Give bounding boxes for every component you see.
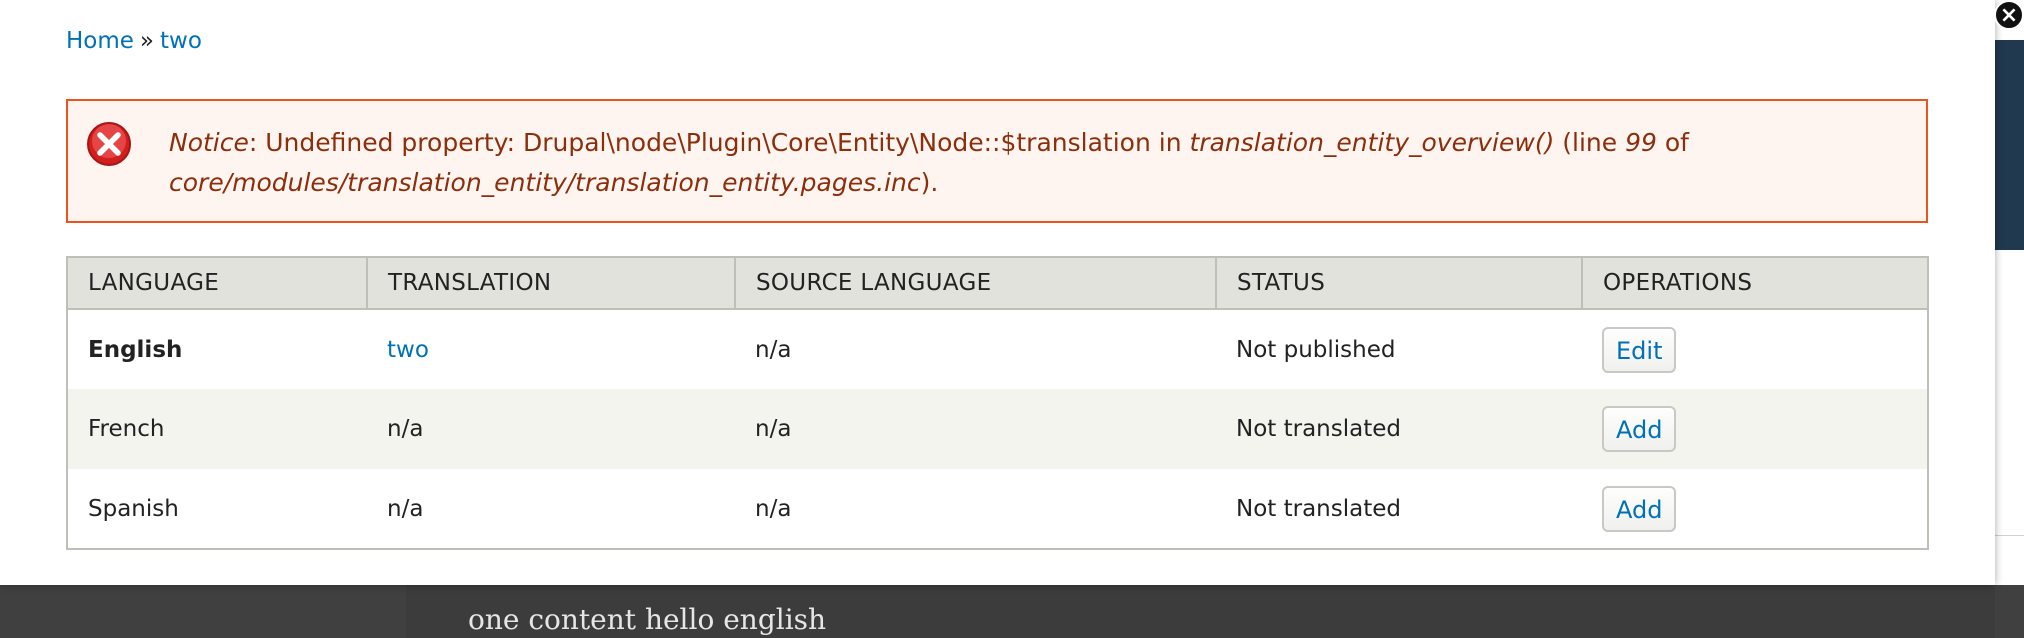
background-content-text: one content hello english bbox=[468, 603, 827, 636]
background-toolbar-strip bbox=[1995, 40, 2024, 250]
cell-operations: Add bbox=[1582, 469, 1928, 549]
error-file-path: core/modules/translation_entity/translat… bbox=[169, 168, 921, 197]
cell-operations: Edit bbox=[1582, 309, 1928, 389]
header-language: Language bbox=[67, 257, 368, 310]
cell-language: French bbox=[67, 389, 367, 469]
overlay-dialog: Home» two Notice: Undefined property: Dru… bbox=[0, 0, 1995, 585]
header-source-language: Source language bbox=[735, 257, 1217, 310]
add-button[interactable]: Add bbox=[1602, 406, 1677, 452]
cell-source-language: n/a bbox=[735, 389, 1216, 469]
edit-button[interactable]: Edit bbox=[1602, 326, 1677, 373]
cell-language: Spanish bbox=[67, 469, 367, 549]
table-header-row: Language Translation Source language Sta… bbox=[67, 257, 1928, 310]
close-icon: × bbox=[1999, 3, 2019, 28]
table-row: English two n/a Not published Edit bbox=[67, 309, 1928, 389]
cell-translation: two bbox=[367, 309, 735, 389]
header-status: Status bbox=[1216, 257, 1583, 310]
translation-link[interactable]: two bbox=[387, 337, 429, 363]
table-row: French n/a n/a Not translated Add bbox=[67, 389, 1928, 469]
cell-translation: n/a bbox=[367, 469, 735, 549]
cell-source-language: n/a bbox=[735, 309, 1216, 389]
close-overlay-button[interactable]: × bbox=[1994, 0, 2024, 30]
background-panel-strip bbox=[1995, 250, 2024, 536]
cell-status: Not translated bbox=[1216, 469, 1582, 549]
cell-language: English bbox=[67, 309, 367, 389]
error-line-prefix: (line bbox=[1554, 128, 1626, 157]
error-function: translation_entity_overview() bbox=[1189, 128, 1555, 157]
breadcrumb-current-link[interactable]: two bbox=[160, 28, 202, 54]
cell-operations: Add bbox=[1582, 389, 1928, 469]
cell-source-language: n/a bbox=[735, 469, 1216, 549]
error-message-text: : Undefined property: Drupal\node\Plugin… bbox=[248, 128, 1190, 157]
error-text: Notice: Undefined property: Drupal\node\… bbox=[169, 123, 1909, 203]
error-line-number: 99 bbox=[1625, 128, 1657, 157]
error-icon bbox=[87, 122, 131, 166]
cell-status: Not translated bbox=[1216, 389, 1582, 469]
translation-table: Language Translation Source language Sta… bbox=[66, 256, 1929, 550]
add-button[interactable]: Add bbox=[1602, 485, 1677, 532]
cell-status: Not published bbox=[1216, 309, 1582, 389]
table-row: Spanish n/a n/a Not translated Add bbox=[67, 469, 1928, 549]
cell-translation: n/a bbox=[367, 389, 735, 469]
header-operations: Operations bbox=[1582, 257, 1928, 310]
error-message: Notice: Undefined property: Drupal\node\… bbox=[66, 99, 1928, 223]
error-notice-label: Notice bbox=[169, 128, 249, 157]
error-of: of bbox=[1656, 128, 1689, 157]
breadcrumb-separator: » bbox=[139, 28, 154, 54]
header-translation: Translation bbox=[367, 257, 736, 310]
error-end: ). bbox=[920, 168, 939, 197]
breadcrumb-home-link[interactable]: Home bbox=[66, 28, 134, 54]
breadcrumb: Home» two bbox=[66, 28, 202, 54]
